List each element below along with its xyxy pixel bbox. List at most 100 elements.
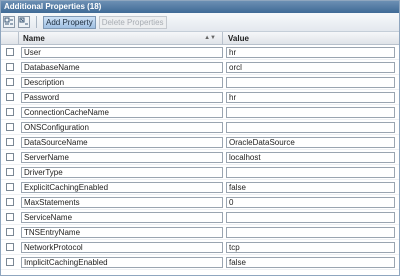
property-value-field[interactable] [226,106,395,118]
row-checkbox[interactable] [6,258,14,266]
value-cell: OracleDataSource [223,136,399,148]
row-checkbox[interactable] [6,198,14,206]
row-checkbox[interactable] [6,243,14,251]
property-value-field[interactable]: hr [226,91,395,103]
row-checkbox[interactable] [6,153,14,161]
row-checkbox-cell [1,258,19,266]
property-name-field[interactable]: ServerName [21,151,223,163]
property-name-field[interactable]: User [21,46,223,58]
value-cell [223,211,399,223]
row-checkbox[interactable] [6,123,14,131]
row-checkbox[interactable] [6,138,14,146]
table-row[interactable]: ONSConfiguration [1,120,399,135]
name-cell: ExplicitCachingEnabled [19,181,223,193]
property-value-field[interactable]: orcl [226,61,395,73]
property-name-field[interactable]: ONSConfiguration [21,121,223,133]
property-name-field[interactable]: DriverType [21,166,223,178]
property-value-field[interactable] [226,76,395,88]
panel-title: Additional Properties (18) [1,1,399,13]
row-checkbox-cell [1,138,19,146]
name-column-header[interactable]: Name ▲▼ [19,31,223,45]
property-name-field[interactable]: ConnectionCacheName [21,106,223,118]
checkbox-column-header [1,31,19,45]
property-name-field[interactable]: MaxStatements [21,196,223,208]
select-all-icon[interactable] [3,16,15,28]
table-row[interactable]: DriverType [1,165,399,180]
row-checkbox[interactable] [6,93,14,101]
property-name-field[interactable]: DatabaseName [21,61,223,73]
value-cell: hr [223,91,399,103]
name-cell: Description [19,76,223,88]
property-name-field[interactable]: ExplicitCachingEnabled [21,181,223,193]
name-cell: ServerName [19,151,223,163]
name-column-label: Name [23,33,45,43]
add-property-button[interactable]: Add Property [43,15,96,29]
name-cell: NetworkProtocol [19,241,223,253]
row-checkbox-cell [1,78,19,86]
row-checkbox-cell [1,93,19,101]
value-cell [223,106,399,118]
row-checkbox[interactable] [6,213,14,221]
value-cell: tcp [223,241,399,253]
value-cell [223,166,399,178]
property-name-field[interactable]: NetworkProtocol [21,241,223,253]
property-value-field[interactable]: localhost [226,151,395,163]
value-column-header[interactable]: Value [223,32,399,45]
table-row[interactable]: MaxStatements 0 [1,195,399,210]
value-cell: false [223,256,399,268]
row-checkbox[interactable] [6,228,14,236]
property-name-field[interactable]: ImplicitCachingEnabled [21,256,223,268]
row-checkbox-cell [1,108,19,116]
table-row[interactable]: DataSourceName OracleDataSource [1,135,399,150]
row-checkbox-cell [1,183,19,191]
property-value-field[interactable] [226,226,395,238]
table-row[interactable]: ImplicitCachingEnabled false [1,255,399,270]
property-value-field[interactable] [226,211,395,223]
value-cell [223,226,399,238]
delete-properties-button[interactable]: Delete Properties [98,15,167,29]
name-cell: ConnectionCacheName [19,106,223,118]
property-value-field[interactable]: false [226,256,395,268]
table-row[interactable]: TNSEntryName [1,225,399,240]
table-row[interactable]: DatabaseName orcl [1,60,399,75]
row-checkbox-cell [1,243,19,251]
table-row[interactable]: NetworkProtocol tcp [1,240,399,255]
row-checkbox[interactable] [6,63,14,71]
table-row[interactable]: ServiceName [1,210,399,225]
row-checkbox-cell [1,168,19,176]
table-row[interactable]: ConnectionCacheName [1,105,399,120]
deselect-all-icon[interactable] [18,16,30,28]
table-row[interactable]: Description [1,75,399,90]
property-value-field[interactable]: hr [226,46,395,58]
row-checkbox[interactable] [6,108,14,116]
row-checkbox[interactable] [6,78,14,86]
value-cell: false [223,181,399,193]
property-value-field[interactable] [226,121,395,133]
property-name-field[interactable]: ServiceName [21,211,223,223]
name-cell: DataSourceName [19,136,223,148]
table-row[interactable]: User hr [1,45,399,60]
name-cell: DatabaseName [19,61,223,73]
property-value-field[interactable]: tcp [226,241,395,253]
row-checkbox[interactable] [6,168,14,176]
property-value-field[interactable]: OracleDataSource [226,136,395,148]
property-name-field[interactable]: TNSEntryName [21,226,223,238]
table-row[interactable]: ServerName localhost [1,150,399,165]
property-name-field[interactable]: Description [21,76,223,88]
value-cell [223,76,399,88]
property-value-field[interactable]: 0 [226,196,395,208]
name-cell: MaxStatements [19,196,223,208]
toolbar: Add Property Delete Properties [1,13,399,32]
value-cell: hr [223,46,399,58]
property-value-field[interactable]: false [226,181,395,193]
table-row[interactable]: Password hr [1,90,399,105]
property-name-field[interactable]: DataSourceName [21,136,223,148]
row-checkbox[interactable] [6,183,14,191]
table-row[interactable]: ExplicitCachingEnabled false [1,180,399,195]
row-checkbox-cell [1,213,19,221]
sort-icon[interactable]: ▲▼ [204,32,216,45]
property-name-field[interactable]: Password [21,91,223,103]
property-value-field[interactable] [226,166,395,178]
row-checkbox[interactable] [6,48,14,56]
row-checkbox-cell [1,123,19,131]
